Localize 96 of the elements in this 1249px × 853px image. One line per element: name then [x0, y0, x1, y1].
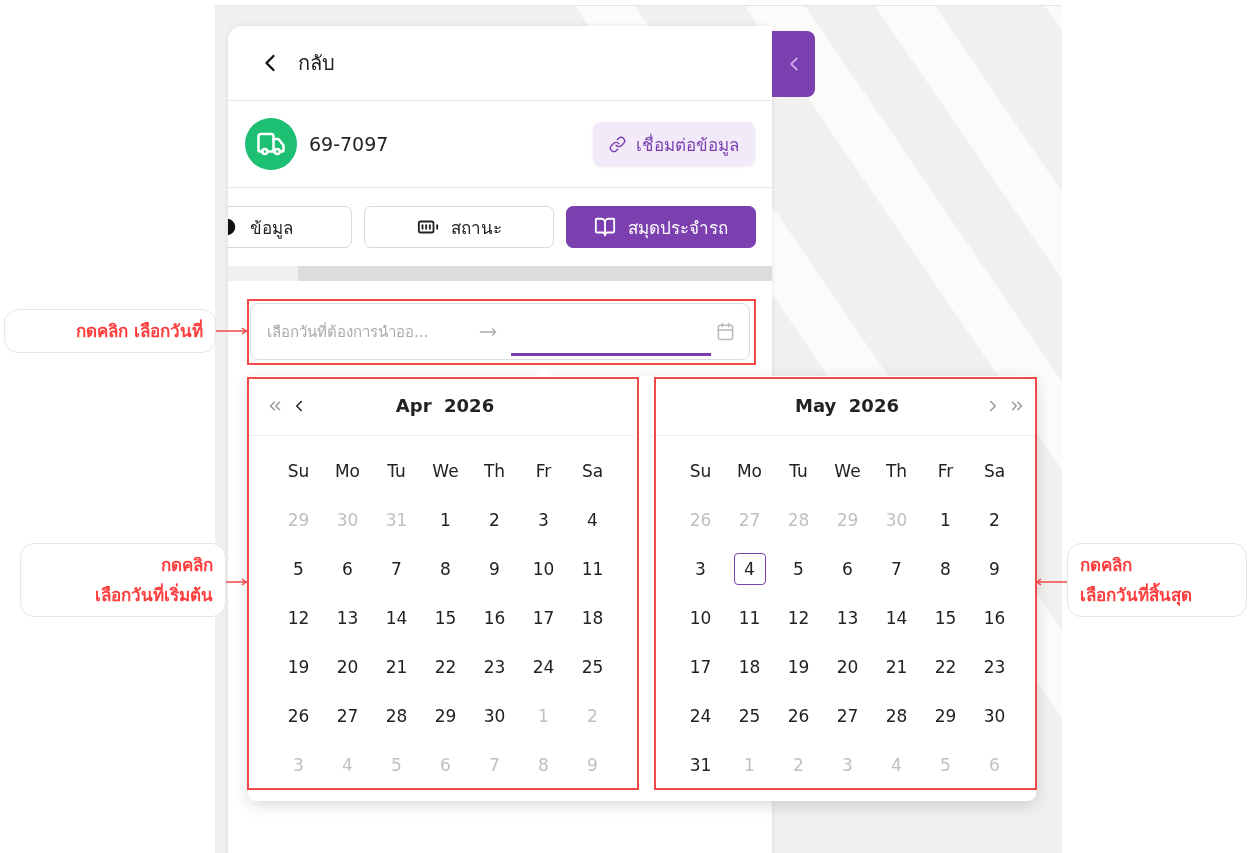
calendar-day[interactable]: 9 — [978, 552, 1011, 585]
calendar-day[interactable]: 25 — [733, 699, 766, 732]
calendar-day[interactable]: 15 — [929, 601, 962, 634]
weekday-label: We — [833, 459, 862, 483]
calendar-day[interactable]: 13 — [831, 601, 864, 634]
tab[interactable]: สถานะ — [364, 206, 554, 248]
calendar-day[interactable]: 30 — [978, 699, 1011, 732]
calendar-day[interactable]: 11 — [576, 552, 609, 585]
calendar-day[interactable]: 1 — [929, 503, 962, 536]
calendar-day[interactable]: 21 — [880, 650, 913, 683]
calendar-day[interactable]: 4 — [733, 552, 766, 585]
calendar-day[interactable]: 28 — [380, 699, 413, 732]
calendar-day[interactable]: 28 — [880, 699, 913, 732]
calendar-day[interactable]: 30 — [478, 699, 511, 732]
calendar-day[interactable]: 9 — [478, 552, 511, 585]
link-icon — [609, 135, 626, 153]
book-icon — [594, 216, 616, 238]
weekday-label: Sa — [982, 459, 1007, 483]
calendar-day[interactable]: 26 — [282, 699, 315, 732]
date-range-field[interactable]: เลือกวันที่ต้องการนำออ... — [250, 303, 750, 360]
weekday-label: Tu — [788, 459, 809, 483]
calendar-day[interactable]: 24 — [527, 650, 560, 683]
calendar-day[interactable]: 6 — [331, 552, 364, 585]
calendar-day[interactable]: 26 — [782, 699, 815, 732]
back-label[interactable]: กลับ — [298, 47, 335, 79]
calendar-day[interactable]: 27 — [331, 699, 364, 732]
calendar-day[interactable]: 21 — [380, 650, 413, 683]
weekday-label: Sa — [580, 459, 605, 483]
tab[interactable]: สมุดประจำรถ — [566, 206, 756, 248]
weekday-label: Th — [482, 459, 507, 483]
month-year-title[interactable]: Apr 2026 — [314, 395, 576, 416]
weekday-label: Fr — [534, 459, 553, 483]
callout-text: กดคลิก เลือกวันที่สิ้นสุด — [1067, 543, 1247, 617]
callout-text: กดคลิก เลือกวันที่เริ่มต้น — [20, 543, 226, 617]
weekday-label: Su — [688, 459, 713, 483]
tab[interactable]: ข้อมูล — [228, 206, 352, 248]
calendar-day[interactable]: 3 — [684, 552, 717, 585]
calendar-day[interactable]: 15 — [429, 601, 462, 634]
calendar-day[interactable]: 10 — [527, 552, 560, 585]
calendar-day[interactable]: 6 — [831, 552, 864, 585]
weekday-label: We — [431, 459, 460, 483]
callout-arrow — [216, 327, 247, 335]
start-date-input[interactable]: เลือกวันที่ต้องการนำออ... — [265, 321, 465, 342]
calendar-day[interactable]: 31 — [684, 748, 717, 781]
calendar-day[interactable]: 29 — [429, 699, 462, 732]
calendar-day[interactable]: 22 — [429, 650, 462, 683]
calendar-day[interactable]: 11 — [733, 601, 766, 634]
calendar-day[interactable]: 7 — [380, 552, 413, 585]
calendar-day[interactable]: 22 — [929, 650, 962, 683]
calendar-day[interactable]: 19 — [782, 650, 815, 683]
calendar-day[interactable]: 20 — [831, 650, 864, 683]
calendar-day[interactable]: 23 — [978, 650, 1011, 683]
callout-text: กดคลิก เลือกวันที่ — [4, 309, 216, 353]
calendar-day[interactable]: 7 — [880, 552, 913, 585]
month-year-title[interactable]: May 2026 — [716, 395, 978, 416]
calendar-day[interactable]: 3 — [527, 503, 560, 536]
calendar-day[interactable]: 17 — [684, 650, 717, 683]
calendar-day[interactable]: 23 — [478, 650, 511, 683]
weekday-label: Mo — [735, 459, 764, 483]
calendar-day[interactable]: 8 — [429, 552, 462, 585]
calendar-day[interactable]: 29 — [929, 699, 962, 732]
calendar-day[interactable]: 19 — [282, 650, 315, 683]
calendar-icon — [716, 322, 735, 341]
calendar-day[interactable]: 14 — [380, 601, 413, 634]
calendar-day[interactable]: 24 — [684, 699, 717, 732]
callout-arrow — [1036, 578, 1067, 586]
calendar-day[interactable]: 18 — [576, 601, 609, 634]
weekday-label: Th — [884, 459, 909, 483]
calendar-day[interactable]: 2 — [978, 503, 1011, 536]
calendar-day[interactable]: 12 — [282, 601, 315, 634]
calendar-day[interactable]: 16 — [978, 601, 1011, 634]
weekday-label: Mo — [333, 459, 362, 483]
connect-data-button[interactable]: เชื่อมต่อข้อมูล — [593, 122, 755, 166]
calendar-day[interactable]: 5 — [282, 552, 315, 585]
calendar-day[interactable]: 1 — [429, 503, 462, 536]
calendar-day[interactable]: 17 — [527, 601, 560, 634]
calendar-day[interactable]: 27 — [831, 699, 864, 732]
calendar-day[interactable]: 5 — [782, 552, 815, 585]
calendar-day[interactable]: 20 — [331, 650, 364, 683]
collapse-button[interactable] — [772, 31, 815, 97]
vehicle-plate: 69-7097 — [309, 133, 390, 155]
weekday-label: Fr — [936, 459, 955, 483]
calendar-day[interactable]: 18 — [733, 650, 766, 683]
calendar-day[interactable]: 4 — [576, 503, 609, 536]
calendar-day[interactable]: 25 — [576, 650, 609, 683]
calendar-day[interactable]: 13 — [331, 601, 364, 634]
scrollbar-thumb[interactable] — [228, 266, 298, 281]
calendar-day[interactable]: 10 — [684, 601, 717, 634]
calendar-day[interactable]: 14 — [880, 601, 913, 634]
calendar-day[interactable]: 16 — [478, 601, 511, 634]
callout-arrow — [226, 578, 247, 586]
calendar-day[interactable]: 12 — [782, 601, 815, 634]
weekday-label: Su — [286, 459, 311, 483]
weekday-label: Tu — [386, 459, 407, 483]
calendar-day[interactable]: 8 — [929, 552, 962, 585]
calendar-day[interactable]: 2 — [478, 503, 511, 536]
